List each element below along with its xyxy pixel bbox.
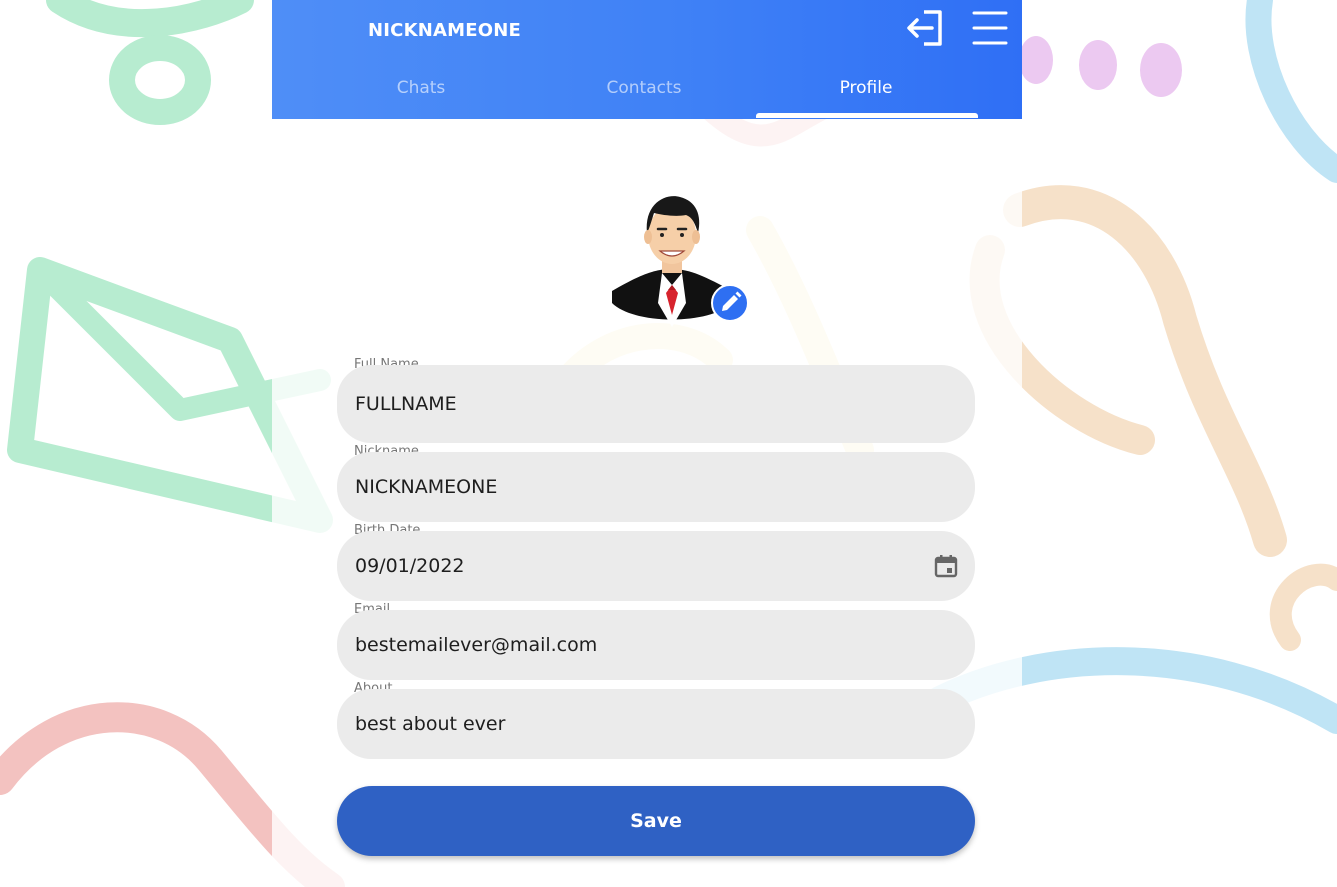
tab-profile[interactable]: Profile — [755, 78, 977, 98]
birth-date-value: 09/01/2022 — [355, 555, 465, 577]
edit-avatar-button[interactable] — [711, 284, 749, 322]
about-field[interactable]: best about ever — [337, 689, 975, 759]
email-value: bestemailever@mail.com — [355, 634, 598, 656]
hamburger-menu-icon — [972, 11, 1008, 45]
calendar-icon[interactable] — [933, 553, 959, 579]
save-button[interactable]: Save — [337, 786, 975, 856]
nickname-value: NICKNAMEONE — [355, 476, 498, 498]
pencil-icon — [722, 291, 742, 311]
email-field[interactable]: bestemailever@mail.com — [337, 610, 975, 680]
app-title: NICKNAMEONE — [368, 20, 521, 41]
tab-contacts[interactable]: Contacts — [533, 78, 755, 98]
nickname-field[interactable]: NICKNAMEONE — [337, 452, 975, 522]
tab-chats[interactable]: Chats — [310, 78, 532, 98]
logout-button[interactable] — [906, 9, 946, 47]
birth-date-field[interactable]: 09/01/2022 — [337, 531, 975, 601]
menu-button[interactable] — [970, 8, 1010, 48]
logout-icon — [907, 10, 942, 46]
full-name-field[interactable]: FULLNAME — [337, 365, 975, 443]
full-name-value: FULLNAME — [355, 393, 457, 415]
app-header: NICKNAMEONE Chats Contacts Profile — [272, 0, 1022, 119]
about-value: best about ever — [355, 713, 506, 735]
active-tab-indicator — [756, 113, 978, 118]
